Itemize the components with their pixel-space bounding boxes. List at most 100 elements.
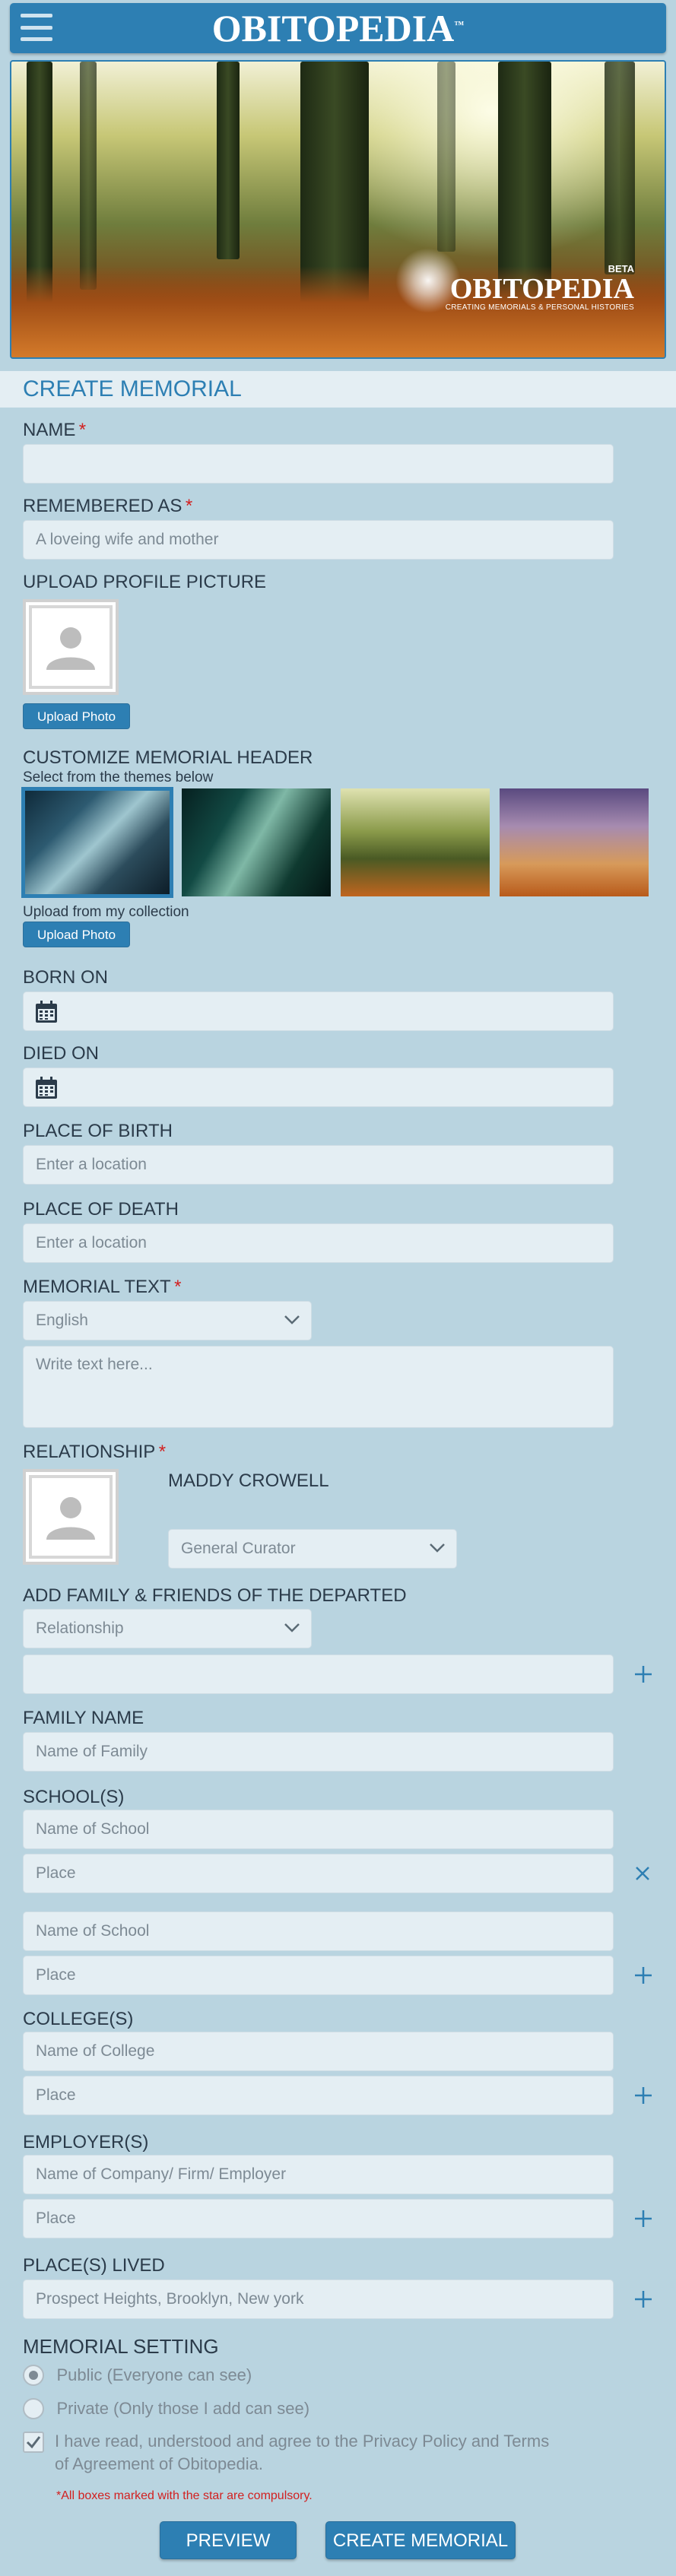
calendar-icon[interactable] — [34, 1000, 59, 1024]
hero-brand-name: OBITOPEDIA — [449, 273, 634, 305]
add-employer-plus-icon[interactable] — [633, 2208, 654, 2229]
born-on-label: BORN ON — [23, 967, 109, 988]
agree-checkbox[interactable] — [23, 2432, 44, 2453]
school-place-input[interactable]: Place — [23, 1854, 614, 1893]
create-memorial-button[interactable]: CREATE MEMORIAL — [325, 2521, 516, 2559]
places-lived-input[interactable]: Prospect Heights, Brooklyn, New york — [23, 2279, 614, 2319]
tree-trunk — [80, 62, 97, 290]
required-star: * — [174, 1277, 182, 1297]
schools-label: SCHOOL(S) — [23, 1787, 125, 1807]
add-place-plus-icon[interactable] — [633, 2289, 654, 2310]
trademark-mark: ™ — [454, 18, 465, 30]
family-name-label: FAMILY NAME — [23, 1708, 144, 1728]
required-note: *All boxes marked with the star are comp… — [56, 2489, 313, 2502]
died-on-label: DIED ON — [23, 1043, 100, 1064]
page-title: CREATE MEMORIAL — [0, 371, 676, 408]
theme-option-3[interactable] — [341, 788, 490, 896]
family-name-input[interactable]: Name of Family — [23, 1732, 614, 1772]
checkmark-icon — [26, 2436, 41, 2449]
memorial-text-label-text: MEMORIAL TEXT — [23, 1277, 171, 1297]
required-star: * — [78, 420, 87, 440]
name-label: NAME * — [23, 420, 86, 441]
agree-terms[interactable]: I have read, understood and agree to the… — [23, 2432, 616, 2473]
required-star: * — [158, 1442, 167, 1462]
school-place-input-2[interactable]: Place — [23, 1956, 614, 1995]
college-name-input[interactable]: Name of College — [23, 2032, 614, 2071]
theme-hint: Select from the themes below — [23, 769, 214, 785]
colleges-label: COLLEGE(S) — [23, 2009, 134, 2029]
theme-list — [23, 788, 649, 896]
curator-role-value: General Curator — [181, 1540, 296, 1557]
school-name-input-2[interactable]: Name of School — [23, 1911, 614, 1951]
site-logo[interactable]: OBITOPEDIA™ — [10, 6, 666, 50]
memorial-text-area[interactable]: Write text here... — [23, 1346, 614, 1428]
name-label-text: NAME — [23, 420, 76, 440]
places-lived-label: PLACE(S) LIVED — [23, 2255, 165, 2276]
tree-trunk — [437, 62, 455, 252]
avatar-placeholder — [32, 1478, 109, 1556]
chevron-down-icon — [284, 1623, 300, 1632]
public-option-label: Public (Everyone can see) — [56, 2365, 252, 2384]
logo-text: OBITOPEDIA — [211, 7, 455, 49]
public-option[interactable]: Public (Everyone can see) — [23, 2365, 252, 2386]
born-on-input[interactable] — [23, 991, 614, 1031]
theme-option-4[interactable] — [500, 788, 649, 896]
required-star: * — [185, 496, 193, 516]
top-bar: OBITOPEDIA™ — [10, 3, 666, 53]
remembered-as-label: REMEMBERED AS * — [23, 496, 192, 517]
upload-photo-button[interactable]: Upload Photo — [23, 703, 131, 729]
relationship-select-value: Relationship — [36, 1620, 124, 1637]
theme-option-1[interactable] — [23, 788, 172, 896]
profile-avatar[interactable] — [23, 599, 119, 695]
private-option-label: Private (Only those I add can see) — [56, 2399, 310, 2418]
remove-school-close-icon[interactable] — [633, 1864, 652, 1883]
hero-tagline: CREATING MEMORIALS & PERSONAL HISTORIES — [445, 303, 634, 312]
tree-trunk — [605, 62, 635, 274]
private-radio[interactable] — [23, 2398, 44, 2419]
language-select[interactable]: English — [23, 1301, 312, 1340]
name-input[interactable] — [23, 444, 614, 484]
private-option[interactable]: Private (Only those I add can see) — [23, 2398, 309, 2419]
chevron-down-icon — [284, 1315, 300, 1324]
employers-label: EMPLOYER(S) — [23, 2132, 149, 2152]
upload-profile-label: UPLOAD PROFILE PICTURE — [23, 572, 267, 592]
public-radio[interactable] — [23, 2365, 44, 2386]
school-name-input[interactable]: Name of School — [23, 1810, 614, 1849]
place-of-birth-input[interactable]: Enter a location — [23, 1145, 614, 1185]
language-value: English — [36, 1312, 88, 1329]
memorial-text-label: MEMORIAL TEXT * — [23, 1277, 182, 1298]
college-place-input[interactable]: Place — [23, 2076, 614, 2115]
family-friends-label: ADD FAMILY & FRIENDS OF THE DEPARTED — [23, 1585, 407, 1606]
add-school-plus-icon[interactable] — [633, 1965, 654, 1986]
hero-banner: BETA OBITOPEDIA CREATING MEMORIALS & PER… — [10, 60, 666, 359]
hero-brand: BETA OBITOPEDIA CREATING MEMORIALS & PER… — [446, 263, 634, 312]
upload-collection-button[interactable]: Upload Photo — [23, 922, 131, 947]
place-of-death-input[interactable]: Enter a location — [23, 1223, 614, 1263]
theme-option-2[interactable] — [182, 788, 331, 896]
person-icon — [46, 1497, 95, 1540]
agree-text-line-1: I have read, understood and agree to the… — [55, 2432, 550, 2451]
curator-avatar — [23, 1469, 119, 1565]
employer-name-input[interactable]: Name of Company/ Firm/ Employer — [23, 2155, 614, 2194]
tree-trunk — [217, 62, 240, 259]
curator-role-select[interactable]: General Curator — [168, 1529, 457, 1569]
remembered-as-input[interactable]: A loveing wife and mother — [23, 520, 614, 560]
place-of-death-label: PLACE OF DEATH — [23, 1199, 179, 1220]
collection-hint: Upload from my collection — [23, 904, 189, 920]
calendar-icon[interactable] — [34, 1076, 59, 1100]
relationship-select[interactable]: Relationship — [23, 1609, 312, 1648]
agree-text: I have read, understood and agree to the… — [55, 2430, 617, 2476]
remembered-as-label-text: REMEMBERED AS — [23, 496, 182, 516]
agree-text-line-2: of Agreement of Obitopedia. — [55, 2454, 263, 2473]
relationship-label-text: RELATIONSHIP — [23, 1442, 156, 1462]
customize-header-label: CUSTOMIZE MEMORIAL HEADER — [23, 747, 313, 768]
add-college-plus-icon[interactable] — [633, 2085, 654, 2106]
died-on-input[interactable] — [23, 1068, 614, 1107]
preview-button[interactable]: PREVIEW — [160, 2521, 297, 2559]
family-member-input[interactable] — [23, 1654, 614, 1694]
create-memorial-form: NAME * REMEMBERED AS * A loveing wife an… — [0, 408, 676, 2574]
add-family-plus-icon[interactable] — [633, 1664, 654, 1685]
person-icon — [46, 627, 95, 670]
employer-place-input[interactable]: Place — [23, 2199, 614, 2238]
avatar-placeholder — [32, 608, 109, 686]
